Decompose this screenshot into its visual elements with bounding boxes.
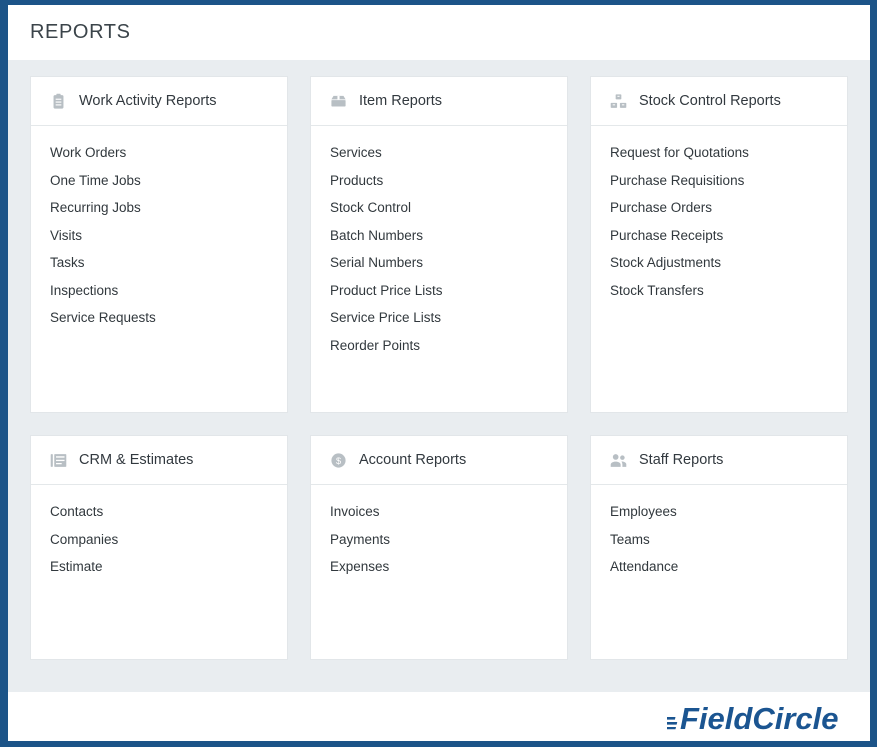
report-link-list: Services Products Stock Control Batch Nu… xyxy=(311,126,567,412)
list-item[interactable]: Visits xyxy=(50,222,268,250)
list-item[interactable]: Purchase Receipts xyxy=(610,222,828,250)
report-link-list: Invoices Payments Expenses xyxy=(311,485,567,659)
card-header: Stock Control Reports xyxy=(591,77,847,126)
list-item[interactable]: Teams xyxy=(610,526,828,554)
card-header: CRM & Estimates xyxy=(31,436,287,485)
list-item[interactable]: Product Price Lists xyxy=(330,277,548,305)
reports-body: Work Activity Reports Work Orders One Ti… xyxy=(8,60,870,692)
app-window: REPORTS Work Activity Reports Work Order… xyxy=(0,0,877,747)
card-title: CRM & Estimates xyxy=(79,452,194,468)
list-item[interactable]: Purchase Requisitions xyxy=(610,167,828,195)
card-title: Stock Control Reports xyxy=(639,93,781,109)
page-footer: FieldCircle xyxy=(8,692,870,741)
list-item[interactable]: Request for Quotations xyxy=(610,139,828,167)
list-item[interactable]: Invoices xyxy=(330,498,548,526)
list-item[interactable]: Products xyxy=(330,167,548,195)
svg-text:$: $ xyxy=(336,456,341,466)
card-header: Staff Reports xyxy=(591,436,847,485)
report-link-list: Employees Teams Attendance xyxy=(591,485,847,659)
report-card-crm-estimates[interactable]: CRM & Estimates Contacts Companies Estim… xyxy=(30,435,288,660)
list-item[interactable]: Payments xyxy=(330,526,548,554)
dollar-circle-icon: $ xyxy=(330,452,347,469)
list-item[interactable]: Estimate xyxy=(50,553,268,581)
list-item[interactable]: Expenses xyxy=(330,553,548,581)
list-item[interactable]: Stock Transfers xyxy=(610,277,828,305)
fieldcircle-logo: FieldCircle xyxy=(667,699,852,735)
clipboard-icon xyxy=(50,93,67,110)
list-item[interactable]: Companies xyxy=(50,526,268,554)
report-card-stock-control[interactable]: Stock Control Reports Request for Quotat… xyxy=(590,76,848,413)
list-item[interactable]: Stock Adjustments xyxy=(610,249,828,277)
brand-wordmark: FieldCircle xyxy=(680,701,839,735)
reports-grid-row-2: CRM & Estimates Contacts Companies Estim… xyxy=(30,435,848,660)
card-header: $ Account Reports xyxy=(311,436,567,485)
page-title: REPORTS xyxy=(30,21,131,43)
report-card-item-reports[interactable]: Item Reports Services Products Stock Con… xyxy=(310,76,568,413)
list-item[interactable]: Inspections xyxy=(50,277,268,305)
list-item[interactable]: One Time Jobs xyxy=(50,167,268,195)
list-item[interactable]: Reorder Points xyxy=(330,332,548,360)
report-link-list: Work Orders One Time Jobs Recurring Jobs… xyxy=(31,126,287,412)
card-title: Staff Reports xyxy=(639,452,724,468)
report-card-account-reports[interactable]: $ Account Reports Invoices Payments Expe… xyxy=(310,435,568,660)
report-card-staff-reports[interactable]: Staff Reports Employees Teams Attendance xyxy=(590,435,848,660)
list-item[interactable]: Serial Numbers xyxy=(330,249,548,277)
list-item[interactable]: Service Price Lists xyxy=(330,304,548,332)
page-header: REPORTS xyxy=(8,5,870,60)
card-title: Work Activity Reports xyxy=(79,93,217,109)
reports-grid-row-1: Work Activity Reports Work Orders One Ti… xyxy=(30,76,848,413)
list-item[interactable]: Recurring Jobs xyxy=(50,194,268,222)
people-icon xyxy=(610,452,627,469)
report-link-list: Request for Quotations Purchase Requisit… xyxy=(591,126,847,412)
card-title: Account Reports xyxy=(359,452,467,468)
list-item[interactable]: Stock Control xyxy=(330,194,548,222)
report-link-list: Contacts Companies Estimate xyxy=(31,485,287,659)
list-item[interactable]: Services xyxy=(330,139,548,167)
stacked-boxes-icon xyxy=(610,93,627,110)
list-item[interactable]: Employees xyxy=(610,498,828,526)
list-item[interactable]: Work Orders xyxy=(50,139,268,167)
list-item[interactable]: Contacts xyxy=(50,498,268,526)
list-item[interactable]: Service Requests xyxy=(50,304,268,332)
list-item[interactable]: Tasks xyxy=(50,249,268,277)
list-item[interactable]: Attendance xyxy=(610,553,828,581)
box-icon xyxy=(330,93,347,110)
list-item[interactable]: Purchase Orders xyxy=(610,194,828,222)
card-title: Item Reports xyxy=(359,93,442,109)
card-header: Work Activity Reports xyxy=(31,77,287,126)
card-header: Item Reports xyxy=(311,77,567,126)
list-card-icon xyxy=(50,452,67,469)
list-item[interactable]: Batch Numbers xyxy=(330,222,548,250)
report-card-work-activity[interactable]: Work Activity Reports Work Orders One Ti… xyxy=(30,76,288,413)
